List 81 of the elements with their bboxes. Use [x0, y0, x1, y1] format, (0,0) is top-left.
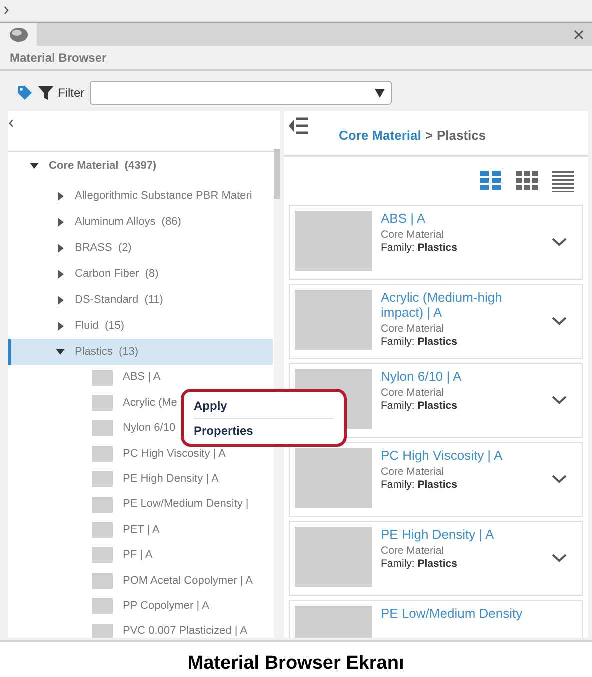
tree-item-label[interactable]: Plastics (13): [75, 344, 139, 360]
material-thumbnail: [92, 395, 113, 412]
tree-item[interactable]: PC High Viscosity | A: [8, 441, 273, 467]
grid-view-icon[interactable]: [516, 170, 538, 192]
tree-item-label[interactable]: Fluid (15): [75, 318, 125, 334]
material-family: Family: Plastics: [381, 336, 458, 349]
collapsed-arrow-icon[interactable]: [56, 192, 65, 200]
material-family: Family: Plastics: [381, 400, 458, 413]
tree-item-label[interactable]: DS-Standard (11): [75, 292, 164, 308]
expanded-arrow-icon[interactable]: [30, 162, 39, 170]
material-title[interactable]: Nylon 6/10 | A: [381, 369, 543, 384]
chevron-down-icon[interactable]: [552, 238, 567, 247]
material-thumbnail: [92, 572, 113, 589]
dropdown-arrow-icon: [374, 88, 385, 98]
chevron-icon[interactable]: [4, 6, 10, 15]
caption: Material Browser Ekranı: [188, 652, 404, 676]
collapsed-arrow-icon[interactable]: [56, 322, 65, 330]
material-source: Core Material: [381, 323, 446, 336]
material-title[interactable]: PC High Viscosity | A: [381, 448, 543, 463]
chevron-down-icon[interactable]: [552, 396, 567, 405]
material-thumbnail: [92, 446, 113, 462]
material-title[interactable]: Acrylic (Medium-high impact) | A: [381, 290, 543, 320]
material-card[interactable]: PC High Viscosity | A Core Material Family: Plastics: [289, 442, 583, 517]
material-thumbnail: [92, 624, 113, 638]
chevron-down-icon[interactable]: [552, 554, 567, 563]
material-family: Family: Plastics: [381, 479, 458, 492]
material-card[interactable]: ABS | A Core Material Family: Plastics: [289, 205, 583, 280]
tree-item[interactable]: POM Acetal Copolymer | A: [8, 568, 273, 594]
chevron-down-icon[interactable]: [552, 475, 567, 484]
menu-item[interactable]: Properties: [194, 418, 334, 443]
collapsed-arrow-icon[interactable]: [56, 270, 65, 278]
material-sphere-icon: [8, 26, 28, 42]
material-title[interactable]: PE High Density | A: [381, 527, 543, 542]
tree-item[interactable]: PET | A: [8, 517, 273, 543]
tree-item[interactable]: ABS | A: [8, 365, 273, 390]
tree-item-label[interactable]: Allegorithmic Substance PBR Materi: [75, 188, 252, 204]
material-source: Core Material: [381, 387, 446, 400]
tree-item-label[interactable]: Core Material (4397): [49, 158, 157, 174]
material-thumbnail: [92, 522, 113, 538]
material-family: Family: Plastics: [381, 242, 458, 255]
material-thumbnail: [92, 547, 113, 564]
material-source: Core Material: [381, 229, 446, 242]
tree-item[interactable]: PP Copolymer | A: [8, 594, 273, 619]
collapse-icon[interactable]: [9, 119, 14, 128]
breadcrumb-separator: >: [425, 127, 433, 145]
material-family: Family: Plastics: [381, 558, 458, 571]
breadcrumb-link[interactable]: Core Material: [339, 126, 422, 155]
material-card[interactable]: PE Low/Medium Density: [289, 600, 583, 638]
tree-item[interactable]: PVC 0.007 Plasticized | A: [8, 618, 273, 638]
material-title[interactable]: PE Low/Medium Density: [381, 606, 577, 621]
filter-label: Filter: [58, 85, 85, 102]
material-card[interactable]: PE High Density | A Core Material Family: Plastics: [289, 521, 583, 596]
material-thumbnail: [92, 370, 113, 386]
list-view-icon[interactable]: [552, 170, 574, 192]
selected-tree-row[interactable]: Plastics (13): [8, 339, 273, 365]
breadcrumb-current: Plastics: [436, 127, 486, 145]
close-icon[interactable]: [574, 30, 584, 40]
tree-item[interactable]: PE Low/Medium Density |: [8, 492, 273, 518]
tab[interactable]: [0, 23, 37, 46]
material-title[interactable]: ABS | A: [381, 211, 543, 226]
expanded-arrow-icon[interactable]: [56, 348, 65, 356]
collapsed-arrow-icon[interactable]: [56, 296, 65, 304]
card-view-icon[interactable]: [480, 170, 502, 192]
material-thumbnail: [92, 496, 113, 513]
material-thumbnail: [92, 598, 113, 614]
material-source: Core Material: [381, 545, 446, 558]
tree-item-label[interactable]: BRASS (2): [75, 240, 132, 256]
collapse-list-icon[interactable]: [289, 117, 309, 135]
material-source: Core Material: [381, 466, 446, 479]
tree-item-label[interactable]: Carbon Fiber (8): [75, 266, 159, 282]
material-thumbnail: [92, 420, 113, 436]
collapsed-arrow-icon[interactable]: [56, 244, 65, 252]
tree-item[interactable]: PF | A: [8, 542, 273, 568]
tree-item[interactable]: PE High Density | A: [8, 466, 273, 492]
material-card[interactable]: Acrylic (Medium-high impact) | A Core Material Family: Plastics: [289, 284, 583, 359]
tree-item-label[interactable]: Aluminum Alloys (86): [75, 214, 182, 230]
collapsed-arrow-icon[interactable]: [56, 218, 65, 226]
panel-title: Material Browser: [10, 50, 107, 66]
filter-icon[interactable]: [37, 84, 55, 102]
material-thumbnail: [92, 471, 113, 488]
chevron-down-icon[interactable]: [552, 317, 567, 326]
